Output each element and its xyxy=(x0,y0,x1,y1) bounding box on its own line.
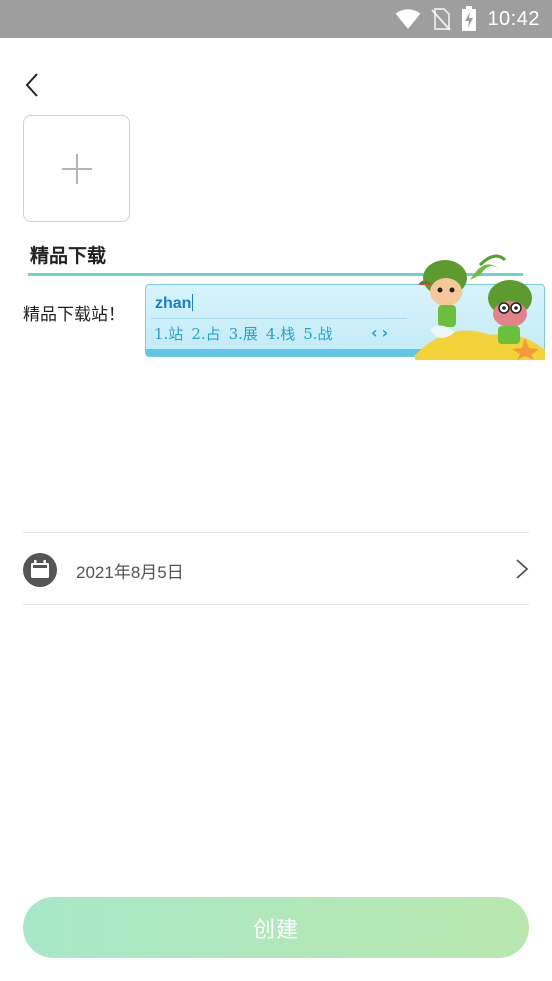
status-icons: 10:42 xyxy=(395,6,540,32)
status-bar: 10:42 xyxy=(0,0,552,38)
status-time: 10:42 xyxy=(487,7,540,30)
ime-candidate-2[interactable]: 2.占 xyxy=(191,323,220,344)
back-button[interactable] xyxy=(16,68,48,102)
create-button-label: 创建 xyxy=(252,917,299,943)
description-input[interactable]: 精品下载站！ xyxy=(23,300,125,325)
ime-candidate-3[interactable]: 3.展 xyxy=(229,323,258,344)
ime-mascot-illustration xyxy=(415,254,545,360)
ime-divider xyxy=(151,318,407,319)
battery-charging-icon xyxy=(462,6,477,31)
chevron-right-icon xyxy=(516,559,529,579)
ime-page-nav: ‹ › xyxy=(371,323,388,342)
no-sim-icon xyxy=(431,8,452,31)
plus-icon xyxy=(61,153,92,184)
ime-caret xyxy=(192,294,194,311)
ime-candidate-5[interactable]: 5.战 xyxy=(303,323,332,344)
date-picker-row[interactable]: 2021年8月5日 xyxy=(23,533,529,604)
ime-composing-text: zhan xyxy=(155,294,194,312)
chevron-left-icon xyxy=(25,73,38,97)
ime-prev-page-button[interactable]: ‹ xyxy=(371,323,378,342)
ime-candidate-1[interactable]: 1.站 xyxy=(154,323,183,344)
ime-candidate-list: 1.站 2.占 3.展 4.栈 5.战 xyxy=(154,323,333,344)
add-photo-button[interactable] xyxy=(23,115,130,222)
calendar-icon xyxy=(23,553,57,587)
wifi-icon xyxy=(395,9,421,29)
ime-next-page-button[interactable]: › xyxy=(382,323,389,342)
ime-candidate-4[interactable]: 4.栈 xyxy=(266,323,295,344)
divider-bottom xyxy=(23,604,529,605)
date-value: 2021年8月5日 xyxy=(76,563,184,582)
create-button[interactable]: 创建 xyxy=(23,897,529,958)
